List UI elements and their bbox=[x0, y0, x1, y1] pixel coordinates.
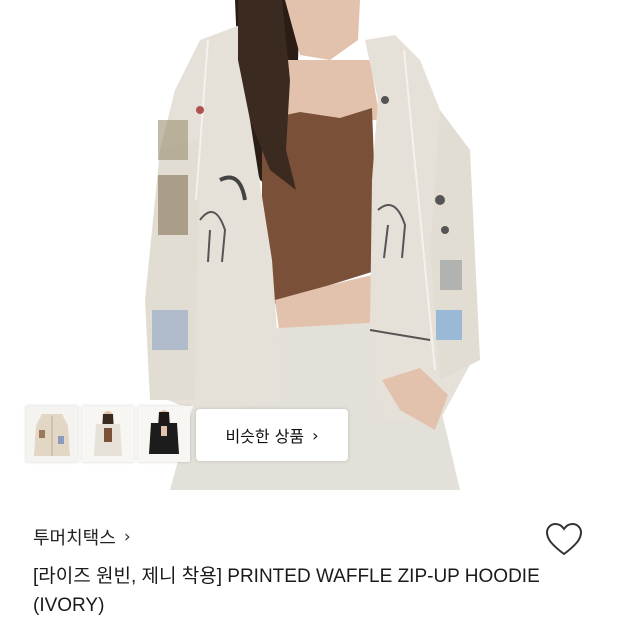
thumbnail-strip bbox=[26, 406, 190, 462]
hoodie-model-thumbnail-icon bbox=[82, 406, 134, 462]
brand-name: 투머치택스 bbox=[33, 528, 116, 549]
similar-products-label: 비슷한 상품 bbox=[225, 427, 305, 446]
wishlist-button[interactable] bbox=[544, 520, 584, 560]
product-detail-screen: 비슷한 상품 › 투머치택스 › [라이즈 원빈, 제니 착용] PRINTED… bbox=[0, 0, 620, 620]
chevron-right-icon: › bbox=[123, 527, 131, 547]
thumbnail-3[interactable] bbox=[138, 406, 190, 462]
thumbnail-1[interactable] bbox=[26, 406, 78, 462]
chevron-right-icon: › bbox=[312, 425, 319, 445]
heart-outline-icon bbox=[545, 522, 583, 556]
product-title: [라이즈 원빈, 제니 착용] PRINTED WAFFLE ZIP-UP HO… bbox=[33, 566, 540, 616]
similar-products-button[interactable]: 비슷한 상품 › bbox=[196, 409, 348, 461]
hoodie-front-thumbnail-icon bbox=[26, 406, 78, 462]
thumbnail-2[interactable] bbox=[82, 406, 134, 462]
leather-jacket-model-thumbnail-icon bbox=[138, 406, 190, 462]
brand-link[interactable]: 투머치택스 › bbox=[33, 524, 131, 550]
